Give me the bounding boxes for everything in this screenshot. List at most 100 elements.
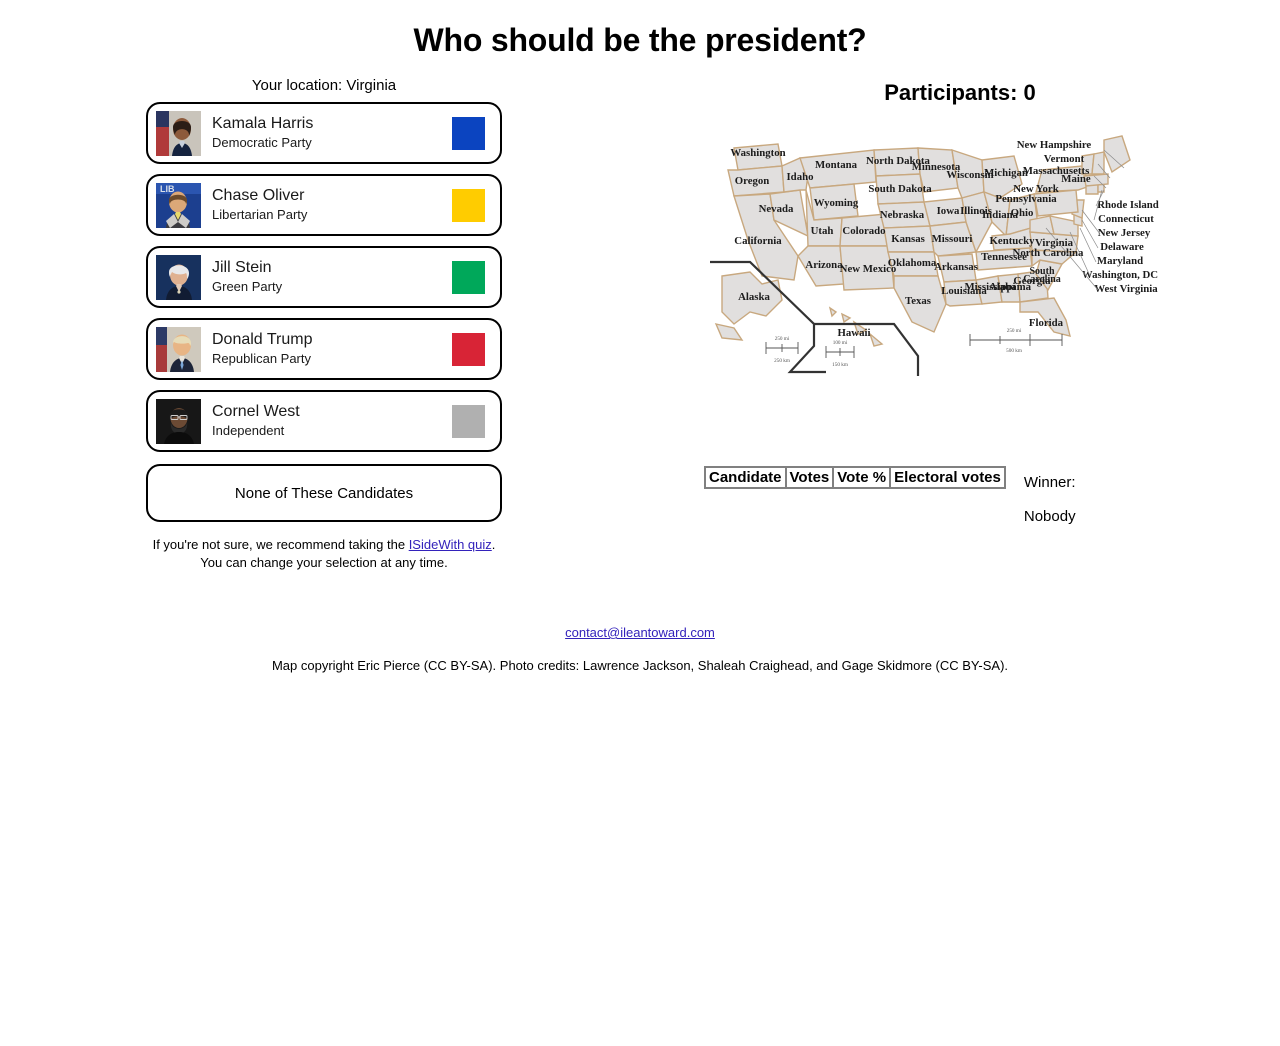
svg-text:250 mi: 250 mi (1007, 328, 1022, 334)
svg-text:Kansas: Kansas (891, 233, 925, 245)
column-header-electoral-votes: Electoral votes (890, 467, 1005, 488)
svg-text:Delaware: Delaware (1100, 241, 1144, 253)
svg-text:Arizona: Arizona (805, 259, 843, 271)
contact-email-link[interactable]: contact@ileantoward.com (565, 625, 715, 640)
candidate-name: Cornel West (212, 402, 300, 420)
chase-oliver-photo: LIB (156, 182, 201, 228)
svg-text:Michigan: Michigan (984, 167, 1028, 179)
party-color-swatch (452, 404, 485, 438)
svg-text:Florida: Florida (1029, 317, 1064, 329)
svg-text:Wyoming: Wyoming (814, 197, 859, 209)
recommend-prefix: If you're not sure, we recommend taking … (152, 537, 409, 552)
candidate-text: Jill Stein Green Party (212, 259, 452, 295)
svg-text:Utah: Utah (811, 225, 834, 237)
candidate-text: Chase Oliver Libertarian Party (212, 187, 452, 223)
location-label: Your location: Virginia (251, 77, 397, 94)
column-header-votes: Votes (785, 467, 834, 488)
svg-text:Arkansas: Arkansas (934, 261, 978, 273)
candidate-name: Kamala Harris (212, 114, 314, 132)
winner-label: Winner: (1023, 474, 1076, 491)
candidate-party: Independent (212, 423, 285, 439)
candidate-text: Kamala Harris Democratic Party (212, 115, 452, 151)
candidate-list: Kamala Harris Democratic Party LIB Chase… (146, 102, 502, 522)
none-of-these-candidates-button[interactable]: None of These Candidates (146, 464, 502, 522)
svg-text:West Virginia: West Virginia (1094, 283, 1158, 295)
map-scale-bars: 250 mi 250 km 100 mi 150 km 250 mi 500 k… (765, 328, 1063, 368)
svg-text:California: California (734, 235, 782, 247)
svg-text:Montana: Montana (815, 159, 858, 171)
results-row: Candidate Votes Vote % Electoral votes W… (640, 466, 1280, 534)
isidewith-quiz-link[interactable]: ISideWith quiz (409, 537, 492, 552)
candidate-card-donald-trump[interactable]: Donald Trump Republican Party (146, 318, 502, 380)
svg-text:New Hampshire: New Hampshire (1017, 139, 1092, 151)
recommendation-text: If you're not sure, we recommend taking … (146, 536, 502, 572)
svg-text:Carolina: Carolina (1023, 274, 1061, 285)
main-columns: Your location: Virginia Kamala Harris De… (0, 77, 1280, 572)
svg-text:Nebraska: Nebraska (880, 209, 925, 221)
svg-text:Virginia: Virginia (1035, 237, 1074, 249)
svg-text:New Jersey: New Jersey (1098, 227, 1151, 239)
svg-text:Oklahoma: Oklahoma (888, 257, 937, 269)
svg-text:Connecticut: Connecticut (1098, 213, 1154, 225)
us-map[interactable]: Washington Oregon Idaho Montana Wyoming … (640, 132, 1280, 442)
party-color-swatch (452, 188, 485, 222)
candidate-card-kamala-harris[interactable]: Kamala Harris Democratic Party (146, 102, 502, 164)
candidate-party: Republican Party (212, 351, 311, 367)
page-title: Who should be the president? (413, 22, 867, 58)
svg-text:150 km: 150 km (832, 362, 848, 368)
candidate-text: Cornel West Independent (212, 403, 452, 439)
column-header-vote-percent: Vote % (833, 467, 891, 488)
results-table: Candidate Votes Vote % Electoral votes (704, 466, 1006, 489)
svg-text:New York: New York (1013, 183, 1058, 195)
svg-text:Iowa: Iowa (937, 205, 960, 217)
winner-value: Nobody (1023, 508, 1076, 525)
candidate-card-cornel-west[interactable]: Cornel West Independent (146, 390, 502, 452)
us-map-svg: Washington Oregon Idaho Montana Wyoming … (710, 135, 1159, 376)
svg-text:Maryland: Maryland (1097, 255, 1143, 267)
candidate-party: Green Party (212, 279, 283, 295)
svg-text:Colorado: Colorado (842, 225, 885, 237)
recommend-suffix: . (491, 537, 496, 552)
column-header-candidate: Candidate (705, 467, 786, 488)
svg-text:Idaho: Idaho (786, 171, 813, 183)
svg-text:Texas: Texas (905, 295, 931, 307)
kamala-harris-photo (156, 110, 201, 156)
svg-text:500 km: 500 km (1006, 348, 1022, 354)
svg-text:Ohio: Ohio (1011, 207, 1034, 219)
cornel-west-photo (156, 398, 201, 444)
party-color-swatch (452, 260, 485, 294)
party-color-swatch (452, 332, 485, 366)
svg-text:Kentucky: Kentucky (990, 235, 1036, 247)
candidate-card-chase-oliver[interactable]: LIB Chase Oliver Libertarian Party (146, 174, 502, 236)
candidate-card-jill-stein[interactable]: Jill Stein Green Party (146, 246, 502, 308)
candidate-party: Democratic Party (212, 135, 312, 151)
svg-text:LIB: LIB (160, 184, 175, 194)
candidate-name: Chase Oliver (212, 186, 305, 204)
svg-text:250 km: 250 km (774, 358, 790, 364)
svg-text:250 mi: 250 mi (775, 336, 790, 342)
party-color-swatch (452, 116, 485, 150)
winner-box: Winner: Nobody (1024, 466, 1076, 534)
svg-text:Oregon: Oregon (735, 175, 770, 187)
candidate-party: Libertarian Party (212, 207, 308, 223)
results-table-header-row: Candidate Votes Vote % Electoral votes (705, 467, 1005, 488)
jill-stein-photo (156, 254, 201, 300)
svg-text:Missouri: Missouri (932, 233, 973, 245)
donald-trump-photo (156, 326, 201, 372)
credits-text: Map copyright Eric Pierce (CC BY-SA). Ph… (271, 658, 1009, 673)
candidate-name: Jill Stein (212, 258, 272, 276)
svg-text:Vermont: Vermont (1044, 153, 1085, 165)
results-column: Participants: 0 Washington Oregon Idaho … (640, 77, 1280, 534)
page-footer: contact@ileantoward.com Map copyright Er… (0, 624, 1280, 673)
svg-text:Rhode Island: Rhode Island (1097, 199, 1159, 211)
svg-text:Washington, DC: Washington, DC (1082, 269, 1158, 281)
participants-count: Participants: 0 (884, 80, 1036, 105)
svg-text:Alaska: Alaska (738, 291, 770, 303)
svg-text:Nevada: Nevada (759, 203, 794, 215)
svg-text:South Dakota: South Dakota (868, 183, 932, 195)
svg-text:Hawaii: Hawaii (838, 327, 871, 339)
svg-text:Massachusetts: Massachusetts (1023, 165, 1090, 177)
candidate-text: Donald Trump Republican Party (212, 331, 452, 367)
none-option-label: None of These Candidates (234, 484, 414, 502)
candidate-column: Your location: Virginia Kamala Harris De… (0, 77, 640, 572)
